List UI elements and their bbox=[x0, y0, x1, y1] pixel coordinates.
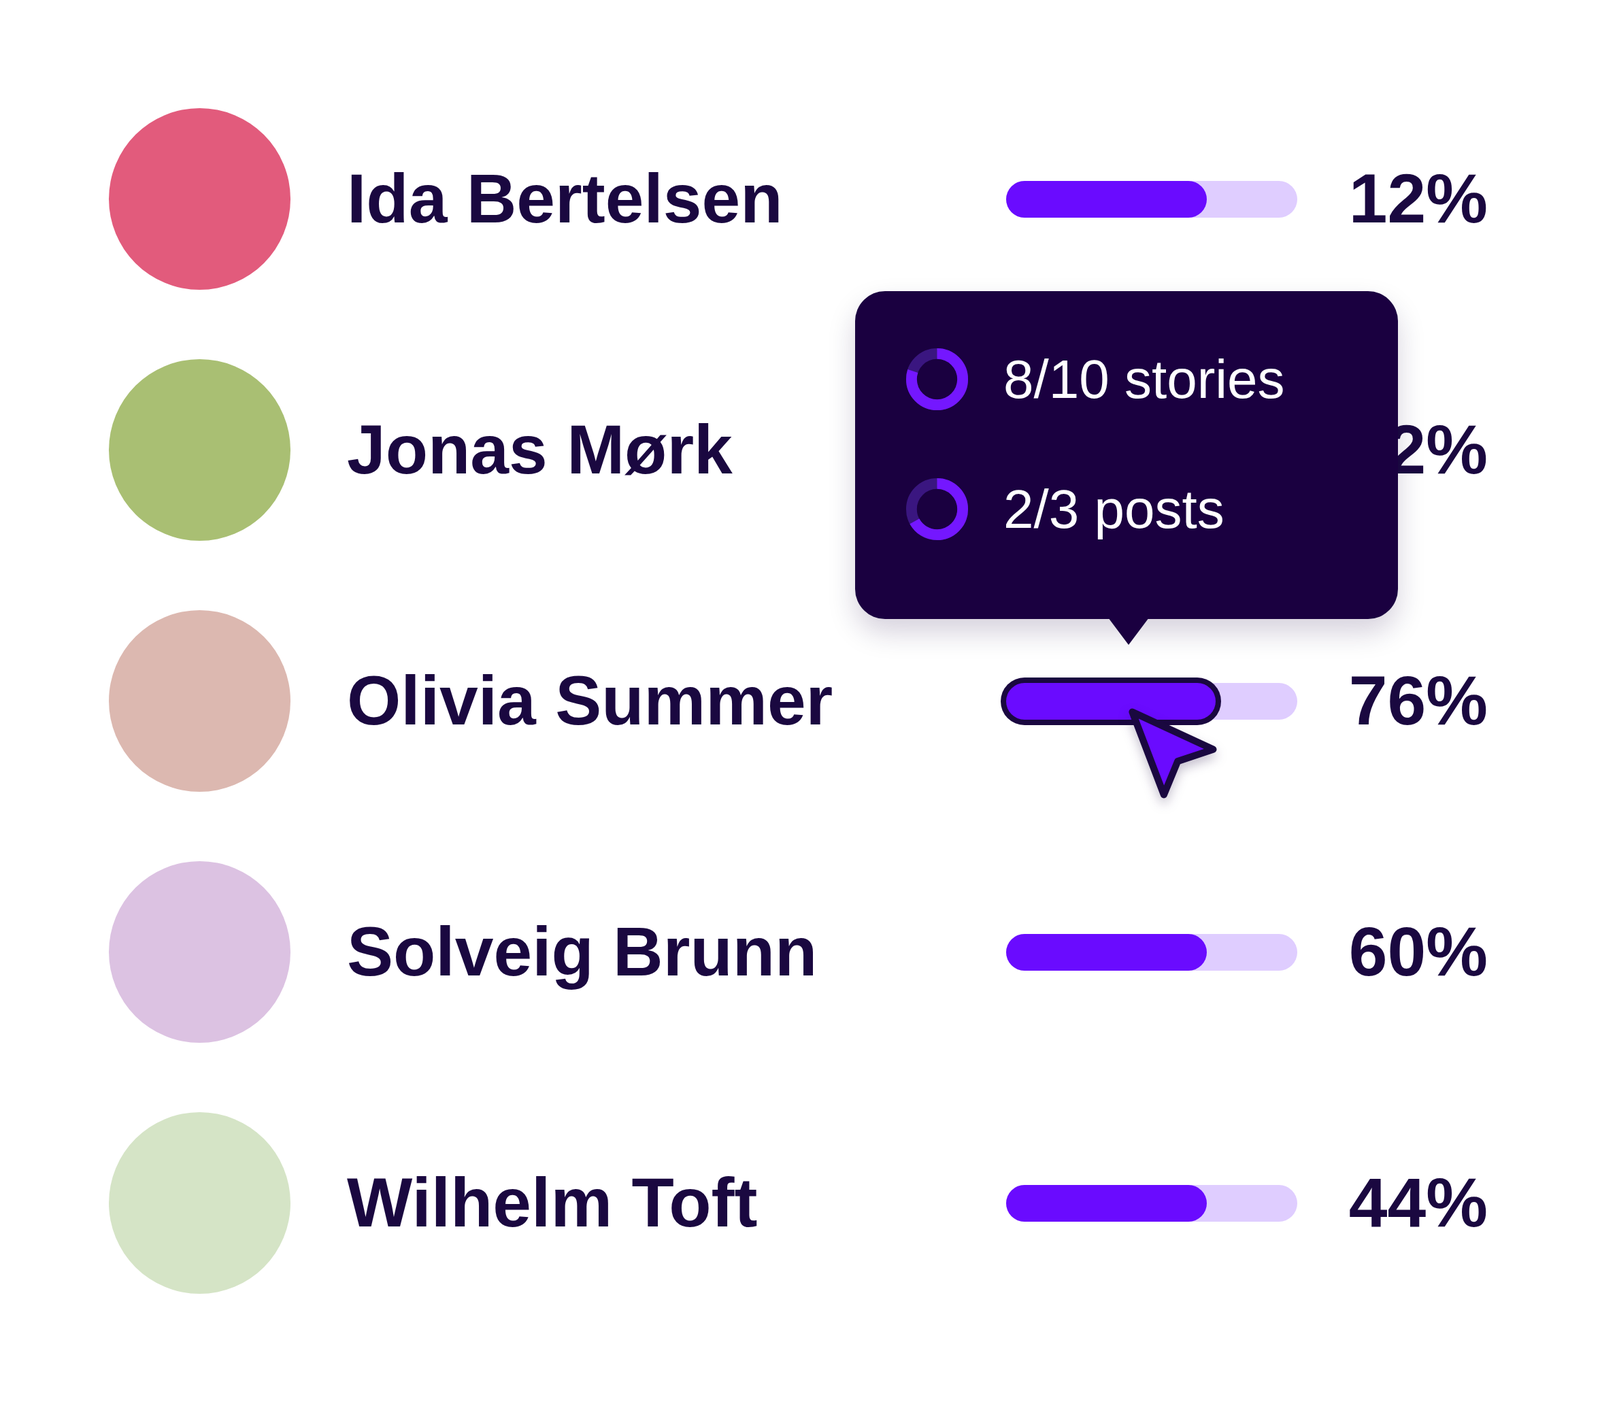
person-name: Ida Bertelsen bbox=[346, 159, 1007, 239]
tooltip-item: 8/10 stories bbox=[903, 345, 1371, 413]
bar-slot bbox=[1006, 934, 1298, 971]
percent-value: 76% bbox=[1317, 661, 1488, 741]
progress-ring-icon bbox=[903, 345, 971, 413]
tooltip-arrow bbox=[1108, 617, 1149, 645]
person-row[interactable]: Solveig Brunn 60% bbox=[108, 826, 1488, 1078]
avatar-photo bbox=[108, 359, 291, 541]
progress-fill bbox=[1006, 934, 1207, 971]
avatar-photo bbox=[108, 108, 291, 290]
progress-fill bbox=[1006, 1185, 1207, 1222]
person-row[interactable]: Wilhelm Toft 44% bbox=[108, 1077, 1488, 1329]
percent-value: 60% bbox=[1317, 912, 1488, 992]
progress-ring-icon bbox=[903, 475, 971, 543]
avatar-photo bbox=[108, 861, 291, 1043]
avatar-photo bbox=[108, 610, 291, 792]
tooltip: 8/10 stories 2/3 posts bbox=[855, 291, 1398, 620]
avatar-photo bbox=[108, 1112, 291, 1294]
bar-slot bbox=[1006, 1185, 1298, 1222]
progress-fill bbox=[1006, 682, 1216, 720]
person-row[interactable]: Ida Bertelsen 12% bbox=[108, 73, 1488, 325]
cursor-icon bbox=[1122, 704, 1222, 803]
person-name: Olivia Summer bbox=[346, 661, 1007, 741]
tooltip-label: 2/3 posts bbox=[1003, 478, 1225, 541]
tooltip-item: 2/3 posts bbox=[903, 475, 1371, 543]
progress-fill bbox=[1006, 180, 1207, 218]
bar-slot bbox=[1006, 180, 1298, 218]
progress-track[interactable] bbox=[1006, 934, 1298, 971]
people-list: Ida Bertelsen12%Jonas Mørk2%Olivia Summe… bbox=[108, 73, 1488, 1329]
bar-slot bbox=[1006, 682, 1298, 720]
person-name: Solveig Brunn bbox=[346, 912, 1007, 992]
progress-track[interactable] bbox=[1006, 1185, 1298, 1222]
tooltip-label: 8/10 stories bbox=[1003, 348, 1286, 411]
progress-track[interactable] bbox=[1006, 180, 1298, 218]
progress-track[interactable] bbox=[1006, 682, 1298, 720]
person-name: Wilhelm Toft bbox=[346, 1163, 1007, 1243]
percent-value: 12% bbox=[1317, 159, 1488, 239]
team-progress: Ida Bertelsen12%Jonas Mørk2%Olivia Summe… bbox=[0, 0, 1600, 1404]
percent-value: 44% bbox=[1317, 1163, 1488, 1243]
